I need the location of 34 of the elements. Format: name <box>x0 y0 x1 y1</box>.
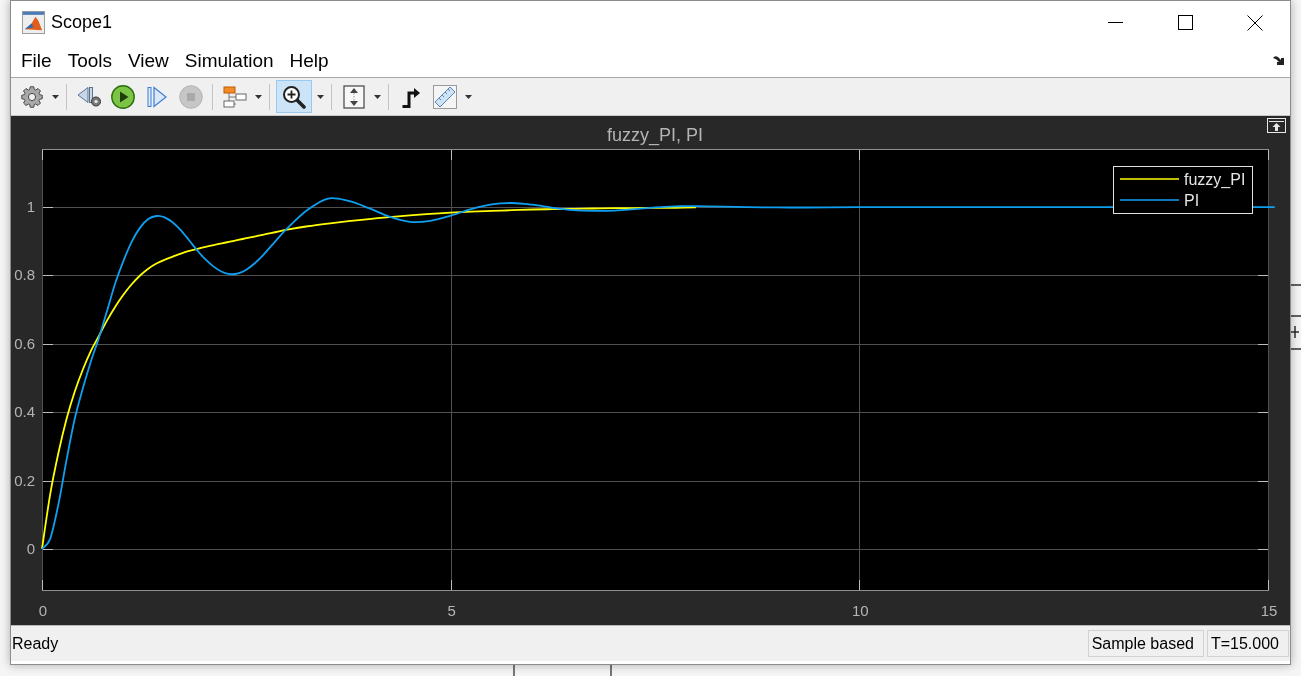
menu-item[interactable]: View <box>120 48 177 73</box>
status-field: Sample based <box>1087 630 1204 657</box>
app-logo-icon <box>22 11 45 34</box>
minimize-icon <box>1107 22 1123 23</box>
menu-item[interactable]: Simulation <box>176 48 282 73</box>
status-field: T=15.000 <box>1206 630 1289 657</box>
legend-label: PI <box>1184 192 1200 209</box>
maximize-icon <box>1177 15 1193 30</box>
caret-icon[interactable] <box>464 94 472 99</box>
zoom-button[interactable] <box>276 80 312 113</box>
caret-icon[interactable] <box>254 94 262 99</box>
close-icon <box>1247 14 1263 31</box>
axis-tick-label: 15 <box>1260 602 1278 619</box>
status-message: Ready <box>12 633 59 654</box>
axis-tick-label: 0.8 <box>14 266 35 284</box>
undock-arrow-icon[interactable] <box>1272 55 1285 66</box>
axis-tick-label: 0 <box>38 602 48 619</box>
menu-item[interactable]: Help <box>281 48 337 73</box>
axis-tick-label: 5 <box>447 602 456 619</box>
legend-label: fuzzy_PI <box>1184 171 1246 188</box>
window-title: Scope1 <box>51 11 113 34</box>
chart-title: fuzzy_PI, PI <box>606 125 703 145</box>
axis-tick-label: 0.2 <box>14 471 35 489</box>
axis-tick-label: 1 <box>26 198 35 216</box>
caret-icon[interactable] <box>373 94 381 99</box>
axis-tick-label: 0 <box>26 540 35 557</box>
menu-item[interactable]: File <box>13 48 60 73</box>
axis-tick-label: 0.6 <box>14 334 35 352</box>
caret-icon[interactable] <box>51 94 59 99</box>
menu-item[interactable]: Tools <box>59 48 120 73</box>
axis-tick-label: 0.4 <box>14 403 35 421</box>
caret-icon[interactable] <box>316 94 324 99</box>
undock-icon[interactable] <box>1267 118 1286 133</box>
axis-tick-label: 10 <box>852 602 869 619</box>
